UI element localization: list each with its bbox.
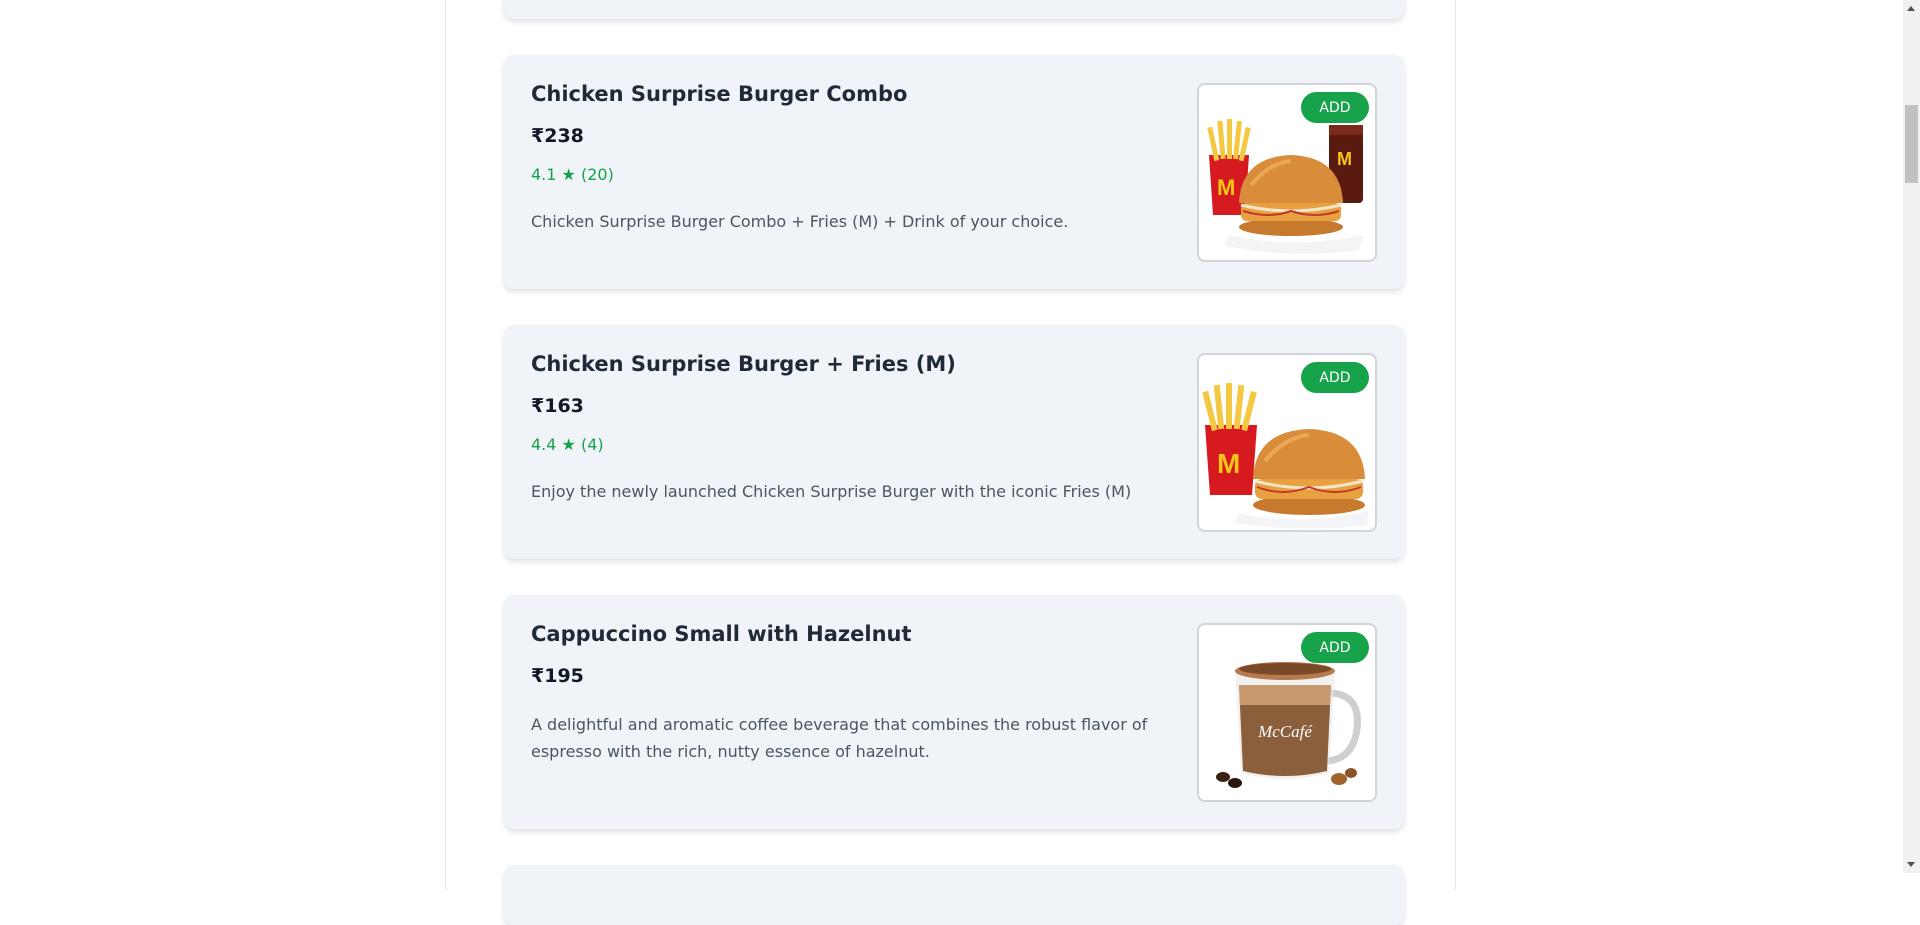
item-price: ₹163: [531, 395, 584, 417]
menu-item-card: Chicken Surprise Burger Combo ₹238 4.1 ★…: [504, 55, 1404, 289]
menu-item-card-next: [504, 865, 1404, 925]
svg-text:M: M: [1337, 149, 1352, 169]
svg-text:M: M: [1217, 175, 1235, 200]
item-title: Chicken Surprise Burger + Fries (M): [531, 352, 956, 376]
svg-text:M: M: [1217, 448, 1240, 479]
add-button[interactable]: ADD: [1301, 92, 1369, 123]
item-description: Enjoy the newly launched Chicken Surpris…: [531, 482, 1132, 501]
scroll-up-arrow-icon[interactable]: [1907, 6, 1915, 11]
item-rating: 4.4 ★ (4): [531, 435, 604, 454]
item-price: ₹195: [531, 665, 584, 687]
add-button[interactable]: ADD: [1301, 632, 1369, 663]
item-image-frame: ADD McCafé: [1197, 623, 1377, 802]
menu-item-card: Chicken Surprise Burger + Fries (M) ₹163…: [504, 325, 1404, 559]
scroll-down-arrow-icon[interactable]: [1907, 862, 1915, 867]
item-rating: 4.1 ★ (20): [531, 165, 614, 184]
item-description: A delightful and aromatic coffee beverag…: [531, 715, 1148, 761]
menu-item-card: Cappuccino Small with Hazelnut ₹195 A de…: [504, 595, 1404, 829]
mug-brand: McCafé: [1257, 722, 1313, 741]
scrollbar[interactable]: [1903, 0, 1920, 873]
item-image-frame: ADD M M: [1197, 83, 1377, 262]
item-title: Chicken Surprise Burger Combo: [531, 82, 908, 106]
item-image-frame: ADD M: [1197, 353, 1377, 532]
scrollbar-thumb[interactable]: [1905, 105, 1918, 183]
item-description: Chicken Surprise Burger Combo + Fries (M…: [531, 212, 1069, 231]
add-button[interactable]: ADD: [1301, 362, 1369, 393]
item-title: Cappuccino Small with Hazelnut: [531, 622, 912, 646]
menu-item-card-previous: [504, 0, 1404, 19]
item-price: ₹238: [531, 125, 584, 147]
